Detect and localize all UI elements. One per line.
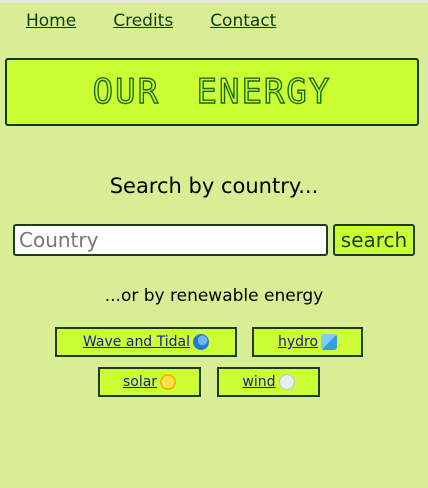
nav-link-credits[interactable]: Credits	[113, 11, 173, 31]
top-nav: Home Credits Contact	[26, 11, 313, 31]
hydro-button[interactable]: hydro ~	[252, 327, 363, 357]
wave-and-tidal-label: Wave and Tidal	[82, 334, 191, 350]
wave-and-tidal-button[interactable]: Wave and Tidal ~	[55, 327, 237, 357]
wind-icon: ~	[278, 374, 295, 390]
water-droplet-icon: ~	[321, 334, 338, 350]
search-button[interactable]: search	[333, 224, 415, 256]
site-title: OUR ENERGY	[92, 71, 332, 112]
sun-icon: ~	[160, 374, 177, 390]
country-search-input[interactable]	[13, 224, 328, 256]
solar-button[interactable]: solar ~	[98, 367, 201, 397]
top-strip	[0, 0, 428, 3]
wind-label: wind	[242, 374, 276, 390]
wave-icon: ~	[193, 334, 210, 350]
search-heading: Search by country...	[109, 174, 319, 198]
renewable-heading: ...or by renewable energy	[104, 286, 324, 306]
nav-link-contact[interactable]: Contact	[210, 11, 276, 31]
hydro-label: hydro	[277, 334, 319, 350]
solar-label: solar	[122, 374, 158, 390]
nav-link-home[interactable]: Home	[26, 11, 76, 31]
wind-button[interactable]: wind ~	[217, 367, 320, 397]
page: Home Credits Contact OUR ENERGY Search b…	[0, 0, 428, 488]
title-banner: OUR ENERGY	[5, 58, 419, 126]
